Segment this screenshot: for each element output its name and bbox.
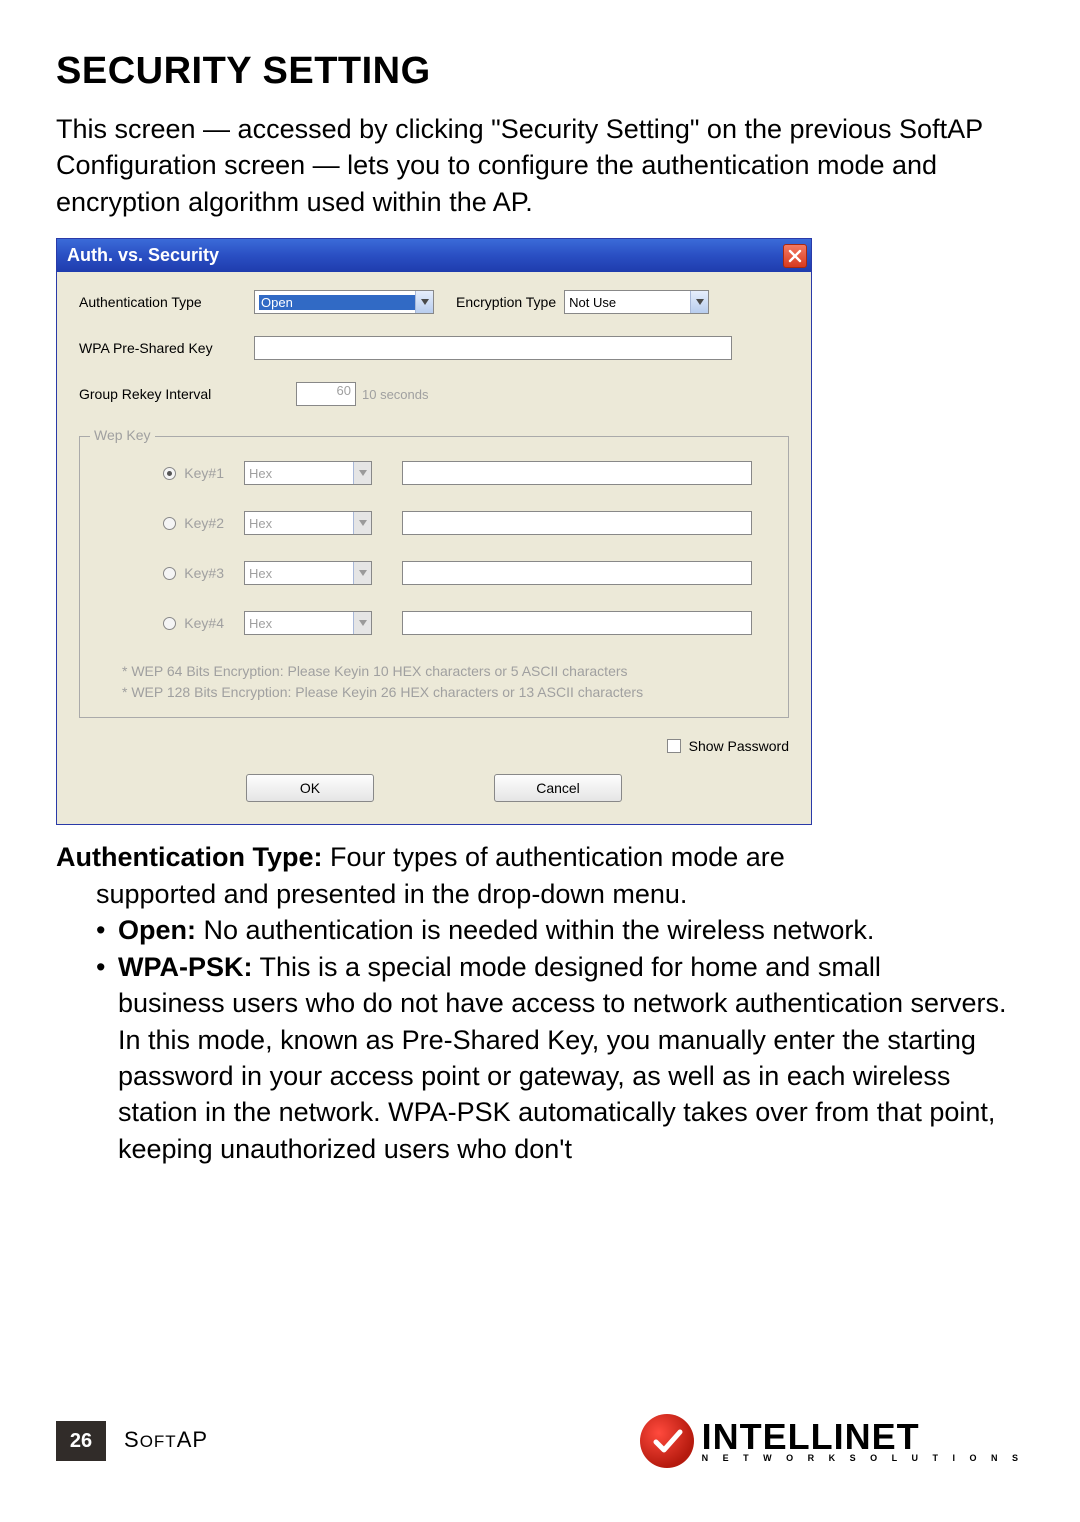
wep-key3-format: Hex xyxy=(249,566,353,581)
wep-key4-label: Key#4 xyxy=(184,615,224,631)
wep-key-fieldset: Wep Key Key#1 Hex K xyxy=(79,436,789,718)
page-footer: 26 SOFTAP INTELLINET N E T W O R K S O L… xyxy=(56,1414,1024,1468)
bullet-icon: • xyxy=(96,912,118,948)
show-password-label: Show Password xyxy=(689,738,789,754)
wep-key2-label: Key#2 xyxy=(184,515,224,531)
check-circle-icon xyxy=(640,1414,694,1468)
wpa-rest: business users who do not have access to… xyxy=(56,985,1024,1167)
cancel-button[interactable]: Cancel xyxy=(494,774,622,802)
wep-note-64: * WEP 64 Bits Encryption: Please Keyin 1… xyxy=(122,661,772,682)
auth-type-label: Authentication Type xyxy=(79,294,254,310)
wep-key4-input[interactable] xyxy=(402,611,752,635)
open-heading: Open: xyxy=(118,915,196,945)
radio-icon xyxy=(163,617,176,630)
brand-logo: INTELLINET N E T W O R K S O L U T I O N… xyxy=(640,1414,1024,1468)
psk-label: WPA Pre-Shared Key xyxy=(79,340,254,356)
titlebar: Auth. vs. Security xyxy=(57,239,811,272)
chevron-down-icon xyxy=(690,291,708,313)
close-icon xyxy=(788,249,802,263)
wep-legend: Wep Key xyxy=(90,427,155,443)
security-dialog: Auth. vs. Security Authentication Type O… xyxy=(56,238,812,825)
rekey-label: Group Rekey Interval xyxy=(79,386,254,402)
brand-name: INTELLINET xyxy=(702,1420,1024,1454)
wep-key1-input[interactable] xyxy=(402,461,752,485)
encryption-type-label: Encryption Type xyxy=(456,294,556,310)
chevron-down-icon xyxy=(353,462,371,484)
chevron-down-icon xyxy=(415,291,433,313)
radio-icon xyxy=(163,517,176,530)
wep-key3-input[interactable] xyxy=(402,561,752,585)
rekey-input[interactable]: 60 xyxy=(296,382,356,406)
doc-text: Authentication Type: Four types of authe… xyxy=(56,839,1024,1167)
wpa-line1: This is a special mode designed for home… xyxy=(253,952,881,982)
open-text: No authentication is needed within the w… xyxy=(196,915,874,945)
brand-tagline: N E T W O R K S O L U T I O N S xyxy=(702,1454,1024,1463)
wep-key2-format-select[interactable]: Hex xyxy=(244,511,372,535)
wep-key3-format-select[interactable]: Hex xyxy=(244,561,372,585)
wep-key1-label: Key#1 xyxy=(184,465,224,481)
auth-type-line1: Four types of authentication mode are xyxy=(323,842,785,872)
auth-type-heading: Authentication Type: xyxy=(56,842,323,872)
show-password-checkbox[interactable] xyxy=(667,739,681,753)
chevron-down-icon xyxy=(353,612,371,634)
ok-button[interactable]: OK xyxy=(246,774,374,802)
encryption-type-value: Not Use xyxy=(569,295,690,310)
radio-icon xyxy=(163,467,176,480)
wep-key1-format-select[interactable]: Hex xyxy=(244,461,372,485)
close-button[interactable] xyxy=(783,244,807,268)
wep-key4-format-select[interactable]: Hex xyxy=(244,611,372,635)
wep-key4-format: Hex xyxy=(249,616,353,631)
section-name: SOFTAP xyxy=(124,1427,208,1453)
chevron-down-icon xyxy=(353,512,371,534)
chevron-down-icon xyxy=(353,562,371,584)
bullet-icon: • xyxy=(96,949,118,985)
auth-type-value: Open xyxy=(259,295,415,310)
wep-key1-format: Hex xyxy=(249,466,353,481)
wpa-heading: WPA-PSK: xyxy=(118,952,253,982)
wep-key2-input[interactable] xyxy=(402,511,752,535)
page-number: 26 xyxy=(56,1421,106,1461)
dialog-title: Auth. vs. Security xyxy=(67,239,219,272)
auth-type-select[interactable]: Open xyxy=(254,290,434,314)
wep-key2-format: Hex xyxy=(249,516,353,531)
encryption-type-select[interactable]: Not Use xyxy=(564,290,709,314)
wep-key3-label: Key#3 xyxy=(184,565,224,581)
auth-type-line2: supported and presented in the drop-down… xyxy=(56,876,1024,912)
wep-note-128: * WEP 128 Bits Encryption: Please Keyin … xyxy=(122,682,772,703)
wep-key4-radio[interactable]: Key#4 xyxy=(96,615,244,631)
radio-icon xyxy=(163,567,176,580)
page-title: SECURITY SETTING xyxy=(56,50,1024,93)
intro-paragraph: This screen — accessed by clicking "Secu… xyxy=(56,111,1024,220)
wep-key3-radio[interactable]: Key#3 xyxy=(96,565,244,581)
wep-key1-radio[interactable]: Key#1 xyxy=(96,465,244,481)
psk-input[interactable] xyxy=(254,336,732,360)
rekey-unit: 10 seconds xyxy=(362,387,429,402)
wep-key2-radio[interactable]: Key#2 xyxy=(96,515,244,531)
